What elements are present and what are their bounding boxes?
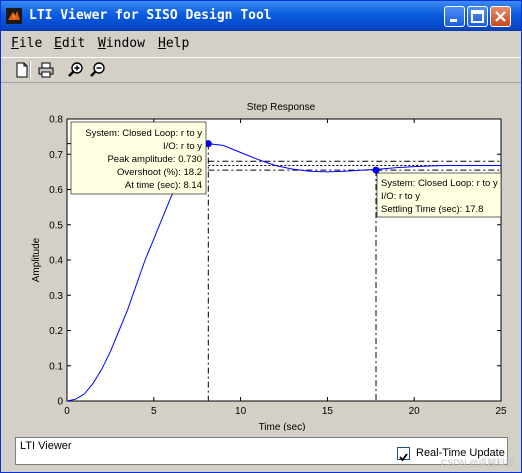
peak-tip-time: At time (sec): 8.14 (125, 180, 202, 191)
settling-tip-io: I/O: r to y (381, 191, 420, 202)
zoom-in-icon[interactable] (67, 61, 85, 79)
step-response-plot[interactable]: Step Response 0 5 10 15 20 25 0 0.1 0.2 0.3 0.4 0.5… (5, 86, 518, 431)
checkmark-icon (399, 453, 408, 462)
y-tick-label: 0.2 (49, 326, 63, 337)
maximize-button[interactable] (467, 6, 488, 27)
menu-help[interactable]: Help (158, 36, 189, 51)
close-icon (495, 11, 506, 22)
y-tick-label: 0.3 (49, 291, 63, 302)
peak-tip-io: I/O: r to y (163, 141, 202, 152)
peak-tip-amplitude: Peak amplitude: 0.730 (107, 154, 202, 165)
menu-window[interactable]: Window (98, 36, 145, 51)
settling-tip-system: System: Closed Loop: r to y (381, 178, 498, 189)
x-tick-label: 15 (322, 406, 334, 417)
y-axis-label: Amplitude (31, 237, 42, 282)
x-axis-label: Time (sec) (259, 422, 306, 431)
x-tick-label: 25 (495, 406, 507, 417)
y-tick-label: 0.7 (49, 150, 63, 161)
print-icon[interactable] (37, 61, 55, 79)
y-tick-label: 0.8 (49, 115, 63, 126)
peak-tip-overshoot: Overshoot (%): 18.2 (117, 167, 202, 178)
minimize-button[interactable] (444, 6, 465, 27)
y-tick-label: 0.5 (49, 220, 63, 231)
menu-file[interactable]: File (11, 36, 42, 51)
settling-marker[interactable] (372, 166, 380, 174)
x-tick-label: 5 (151, 406, 157, 417)
y-tick-label: 0.6 (49, 185, 63, 196)
window-title: LTI Viewer for SISO Design Tool (29, 8, 272, 23)
x-tick-label: 20 (409, 406, 421, 417)
x-tick-label: 10 (235, 406, 247, 417)
y-tick-label: 0.4 (49, 256, 63, 267)
minimize-icon (450, 19, 457, 22)
zoom-out-icon[interactable] (89, 61, 107, 79)
matlab-icon (6, 8, 22, 24)
toolbar-separator (29, 61, 31, 79)
x-tick-label: 0 (64, 406, 70, 417)
settling-tip-time: Settling Time (sec): 17.8 (381, 204, 483, 215)
menu-edit[interactable]: Edit (54, 36, 85, 51)
close-button[interactable] (490, 6, 511, 27)
maximize-icon (471, 10, 484, 23)
figure-area: Step Response 0 5 10 15 20 25 0 0.1 0.2 0.3 0.4 0.5… (5, 86, 518, 431)
peak-tip-system: System: Closed Loop: r to y (85, 128, 202, 139)
chart-title: Step Response (247, 102, 316, 113)
y-tick-label: 0.1 (49, 361, 63, 372)
menu-bar: File Edit Window Help (1, 35, 521, 53)
status-bar: LTI Viewer Real-Time Update (15, 437, 508, 465)
toolbar (1, 57, 521, 83)
y-tick-label: 0 (57, 397, 63, 408)
peak-datatip[interactable]: System: Closed Loop: r to y I/O: r to y … (70, 121, 207, 195)
title-bar[interactable]: LTI Viewer for SISO Design Tool (1, 1, 521, 31)
settling-datatip[interactable]: System: Closed Loop: r to y I/O: r to y … (376, 172, 502, 218)
realtime-update-checkbox[interactable] (397, 447, 410, 462)
watermark: CSDN @卓越科技 (441, 458, 515, 468)
status-text: LTI Viewer (20, 440, 72, 452)
lti-viewer-window: LTI Viewer for SISO Design Tool File Edi… (0, 0, 522, 473)
